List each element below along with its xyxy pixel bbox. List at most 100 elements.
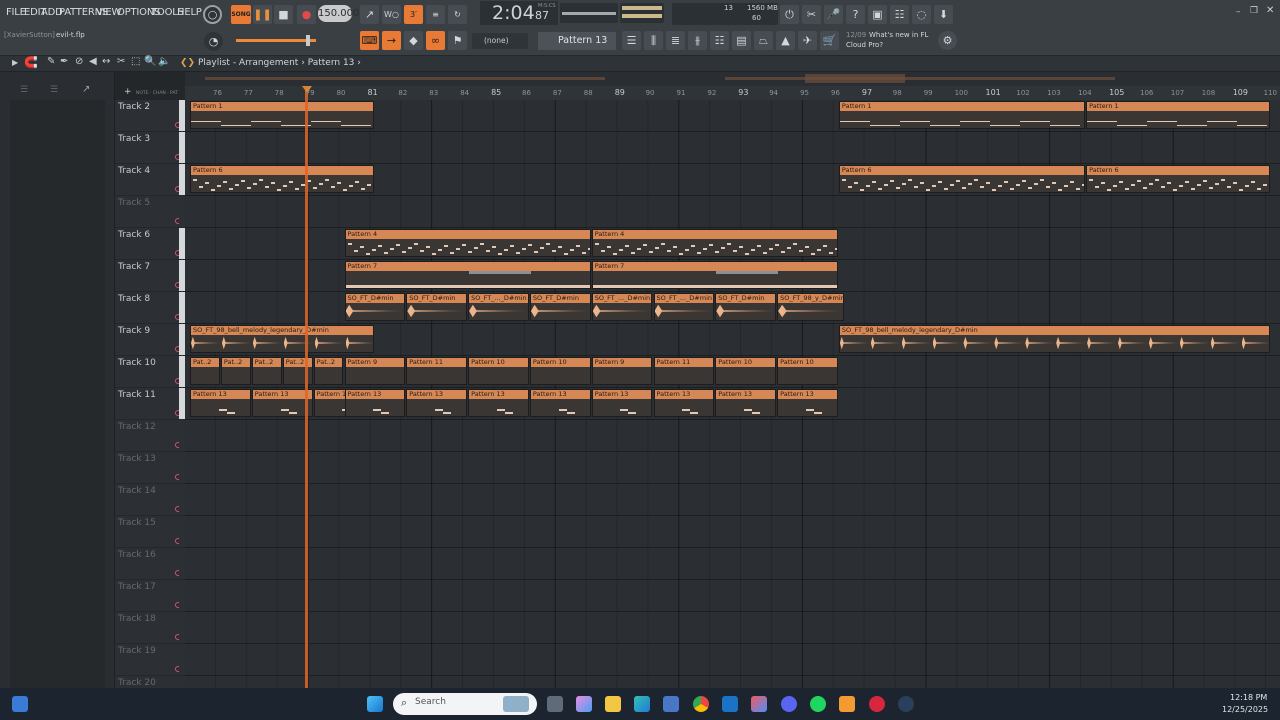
loop-record-icon[interactable]: ↻	[448, 5, 467, 24]
tempo-display[interactable]: 150.000	[318, 5, 359, 22]
track-header[interactable]: Track 2	[115, 100, 185, 132]
track-header[interactable]: Track 16	[115, 548, 185, 580]
playlist-overview-scrollbar[interactable]	[185, 72, 1280, 86]
playhead[interactable]	[302, 86, 312, 688]
playlist-clip[interactable]: Pattern 1	[838, 101, 1086, 129]
master-pitch-knob-icon[interactable]: ◔	[204, 32, 223, 51]
playlist-clip[interactable]: Pattern 10	[529, 357, 591, 385]
microphone-icon[interactable]: 🎤	[824, 5, 843, 24]
file-explorer-icon[interactable]	[605, 696, 621, 712]
playlist-clip[interactable]: Pattern 11	[653, 357, 715, 385]
track-header[interactable]: Track 6	[115, 228, 185, 260]
master-volume-slider[interactable]	[236, 35, 316, 46]
breadcrumb-pattern[interactable]: Pattern 13	[308, 58, 355, 68]
playlist-clip[interactable]: Pattern 13	[406, 389, 468, 417]
download-icon[interactable]: ⬇	[934, 5, 953, 24]
playlist-clip[interactable]: Pattern 1	[1086, 101, 1271, 129]
draw-tool-icon[interactable]: ✎	[47, 56, 55, 67]
metronome-knob-icon[interactable]: ○	[203, 5, 222, 24]
channel-rack-icon[interactable]: ≣	[666, 31, 685, 50]
plugin-icon[interactable]: ⏢	[754, 31, 773, 50]
step-edit-icon[interactable]: ≡	[426, 5, 445, 24]
stop-button[interactable]: ■	[274, 5, 293, 24]
gw-app-icon[interactable]	[869, 696, 885, 712]
copilot-icon[interactable]	[576, 696, 592, 712]
playhead-marker-icon[interactable]	[302, 86, 312, 93]
playlist-clip[interactable]: Pattern 13	[468, 389, 529, 417]
track-header[interactable]: Track 8	[115, 292, 185, 324]
snap-arrow-icon[interactable]: →	[382, 31, 401, 50]
track-header[interactable]: Track 18	[115, 612, 185, 644]
clock-date[interactable]: 12/25/2025	[1222, 705, 1268, 714]
playlist-icon[interactable]: ☰	[622, 31, 641, 50]
playlist-clip[interactable]: Pattern 10	[468, 357, 529, 385]
playlist-clip[interactable]: Pattern 10	[715, 357, 777, 385]
taskbar-search[interactable]: ⌕ Search	[393, 693, 537, 715]
playlist-clip[interactable]: SO_FT_D#min	[406, 293, 468, 321]
track-header[interactable]: Track 12	[115, 420, 185, 452]
playlist-clip[interactable]: Pattern 13	[777, 389, 838, 417]
help-icon[interactable]: ?	[846, 5, 865, 24]
timeline-ruler[interactable]: 76 77 78 79 80 81 82 83 84 85 86 87 88 89 90 91 92 93 94 95…	[185, 86, 1280, 100]
widgets-icon[interactable]	[12, 696, 28, 712]
mute-tool-icon[interactable]: ◀	[89, 56, 97, 67]
playlist-clip[interactable]: Pattern 10	[777, 357, 838, 385]
playlist-clip[interactable]: Pattern 13	[529, 389, 591, 417]
countdown-button[interactable]: 3′	[404, 5, 423, 24]
spotify-icon[interactable]	[810, 696, 826, 712]
playlist-clip[interactable]: Pattern 13	[344, 389, 406, 417]
playlist-menu-arrow-icon[interactable]: ▶	[12, 58, 18, 67]
playlist-clip[interactable]: SO_FT_..._D#min	[468, 293, 529, 321]
save-icon[interactable]: ▣	[868, 5, 887, 24]
playlist-clip[interactable]: Pattern 13	[715, 389, 777, 417]
playlist-clip[interactable]: Pat..2	[313, 357, 344, 385]
playlist-clip[interactable]: Pattern 13	[251, 389, 313, 417]
playlist-clip[interactable]: Pattern 4	[591, 229, 838, 257]
track-header[interactable]: Track 3	[115, 132, 185, 164]
breadcrumb-title[interactable]: Playlist - Arrangement	[198, 58, 298, 68]
tools-icon[interactable]: ✂	[802, 5, 821, 24]
playlist-clip[interactable]: SO_FT_D#min	[344, 293, 406, 321]
mixer-icon[interactable]: ☷	[890, 5, 909, 24]
track-header[interactable]: Track 19	[115, 644, 185, 676]
browser-icon[interactable]: ☷	[710, 31, 729, 50]
playlist-clip[interactable]: Pattern 6	[190, 165, 375, 193]
track-header[interactable]: Track 9	[115, 324, 185, 356]
browser-forward-icon[interactable]: ☰	[50, 85, 58, 95]
zoom-tool-icon[interactable]: 🔍	[144, 56, 156, 67]
playlist-clip[interactable]: Pat..2	[251, 357, 282, 385]
playlist-clip[interactable]: SO_FT_D#min	[529, 293, 591, 321]
minimize-icon[interactable]: –	[1236, 7, 1241, 17]
chat-icon[interactable]: ◌	[912, 5, 931, 24]
menu-file[interactable]: FILE	[6, 7, 26, 18]
pause-button[interactable]: ❚❚	[253, 5, 272, 24]
playlist-clip[interactable]: SO_FT_98_y_D#min	[777, 293, 845, 321]
pattern-song-toggle-icon[interactable]: ↗	[360, 5, 379, 24]
m365-icon[interactable]	[751, 696, 767, 712]
playlist-clip[interactable]: SO_FT_..._D#min	[653, 293, 715, 321]
slip-tool-icon[interactable]: ↔	[102, 56, 110, 67]
close-icon[interactable]: ✕	[1266, 5, 1274, 16]
playlist-clip[interactable]: Pattern 6	[1086, 165, 1271, 193]
track-header[interactable]: Track 7	[115, 260, 185, 292]
playlist-clip[interactable]: Pattern 13	[591, 389, 653, 417]
playlist-clip[interactable]: Pattern 7	[591, 261, 838, 289]
playlist-grid[interactable]: Pattern 1 Pattern 1 Pattern 1 Pattern 6 Patt…	[185, 100, 1280, 688]
track-header[interactable]: Track 5	[115, 196, 185, 228]
wait-input-icon[interactable]: W○	[382, 5, 401, 24]
track-header[interactable]: Track 10	[115, 356, 185, 388]
mixer-view-icon[interactable]: ⫵	[688, 31, 707, 50]
slice-tool-icon[interactable]: ✂	[117, 56, 125, 67]
playlist-clip[interactable]: Pattern 13	[190, 389, 251, 417]
metronome-icon[interactable]: ◆	[404, 31, 423, 50]
steam-icon[interactable]	[898, 696, 914, 712]
paint-tool-icon[interactable]: ✒	[60, 56, 68, 67]
chrome-icon[interactable]	[693, 696, 709, 712]
track-header[interactable]: Track 17	[115, 580, 185, 612]
song-mode-button[interactable]: SONG	[231, 5, 251, 24]
project-icon[interactable]: ▤	[732, 31, 751, 50]
track-header[interactable]: Track 15	[115, 516, 185, 548]
playlist-clip[interactable]: Pat..2	[282, 357, 313, 385]
restore-icon[interactable]: ❐	[1250, 6, 1258, 16]
link-icon[interactable]: ∞	[426, 31, 445, 50]
